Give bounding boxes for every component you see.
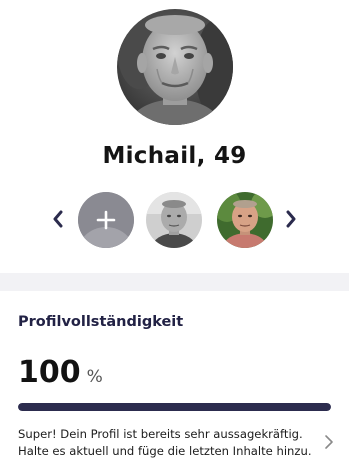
completeness-title: Profilvollständigkeit xyxy=(18,314,184,330)
gallery-photo-1[interactable] xyxy=(146,192,202,248)
completeness-hint-row[interactable]: Super! Dein Profil ist bereits sehr auss… xyxy=(18,426,338,462)
completeness-percent: 100 % xyxy=(18,355,103,390)
section-separator xyxy=(0,273,349,291)
profile-first-name: Michail xyxy=(102,143,197,169)
profile-photo-image xyxy=(117,9,233,125)
gallery-prev-button[interactable] xyxy=(46,205,70,233)
completeness-progress-fill xyxy=(18,403,331,411)
profile-page: Michail, 49 Profilvollständigkeit 100 % … xyxy=(0,0,349,466)
chevron-right-icon xyxy=(286,210,296,228)
profile-photo[interactable] xyxy=(117,9,233,125)
profile-age: , 49 xyxy=(196,143,247,169)
completeness-hint-line-2: Halte es aktuell und füge die letzten In… xyxy=(18,444,312,458)
gallery-next-button[interactable] xyxy=(279,205,303,233)
gallery-photo-2[interactable] xyxy=(217,192,273,248)
add-photo-button[interactable] xyxy=(78,192,134,248)
gallery-photo-2-image xyxy=(217,192,273,248)
plus-icon xyxy=(78,192,134,248)
profile-name: Michail, 49 xyxy=(0,143,349,169)
chevron-left-icon xyxy=(53,210,63,228)
chevron-right-icon xyxy=(325,435,333,449)
completeness-unit: % xyxy=(86,367,103,387)
gallery-photo-1-image xyxy=(146,192,202,248)
completeness-value: 100 xyxy=(18,355,81,390)
completeness-progress-bar xyxy=(18,403,331,411)
completeness-hint-line-1: Super! Dein Profil ist bereits sehr auss… xyxy=(18,427,303,441)
